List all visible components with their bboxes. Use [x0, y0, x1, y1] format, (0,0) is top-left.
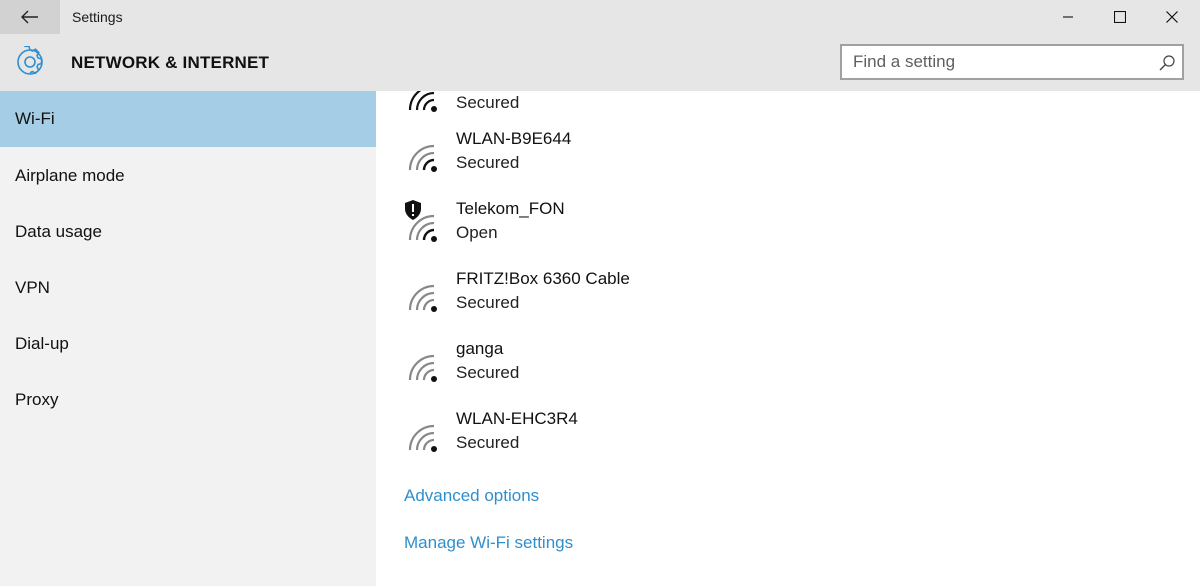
maximize-button[interactable] [1094, 0, 1146, 34]
network-item[interactable]: ganga Secured [376, 339, 876, 399]
settings-header: NETWORK & INTERNET [0, 34, 1200, 91]
search-input[interactable] [842, 46, 1153, 78]
minimize-icon [1063, 16, 1073, 18]
network-status: Secured [456, 153, 520, 172]
wifi-signal-icon [408, 354, 437, 382]
sidebar-item-dial-up[interactable]: Dial-up [0, 316, 376, 372]
network-name: WLAN-EHC3R4 [456, 409, 578, 428]
network-status: Secured [456, 293, 520, 312]
network-name: ganga [456, 339, 504, 358]
network-name: WLAN-B9E644 [456, 129, 572, 148]
network-item[interactable]: WLAN-B9E644 Secured [376, 129, 876, 189]
wifi-signal-icon [408, 284, 437, 312]
sidebar-item-airplane-mode[interactable]: Airplane mode [0, 148, 376, 204]
close-button[interactable] [1146, 0, 1198, 34]
sidebar-item-proxy[interactable]: Proxy [0, 372, 376, 428]
sidebar-item-wifi[interactable]: Wi-Fi [0, 91, 376, 147]
title-bar: Settings [0, 0, 1200, 34]
gear-icon [17, 46, 43, 75]
window-title: Settings [72, 9, 123, 25]
minimize-button[interactable] [1042, 0, 1094, 34]
network-name: Telekom_FON [456, 199, 565, 218]
wifi-network-list: Secured WLAN-B9E644 Secured Telekom_FON … [376, 91, 1200, 586]
network-item[interactable]: Secured [376, 91, 876, 129]
search-icon[interactable] [1158, 54, 1176, 72]
sidebar-item-vpn[interactable]: VPN [0, 260, 376, 316]
page-title: NETWORK & INTERNET [71, 53, 270, 72]
network-name: FRITZ!Box 6360 Cable [456, 269, 630, 288]
back-arrow-icon [21, 10, 38, 24]
search-box[interactable] [840, 44, 1184, 80]
wifi-signal-icon [408, 214, 437, 242]
network-item[interactable]: WLAN-EHC3R4 Secured [376, 409, 876, 469]
wifi-signal-icon [408, 424, 437, 452]
sidebar-nav: Wi-Fi Airplane mode Data usage VPN Dial-… [0, 91, 376, 586]
wifi-signal-icon [408, 144, 437, 172]
manage-wifi-settings-link[interactable]: Manage Wi-Fi settings [404, 533, 573, 553]
back-button[interactable] [0, 0, 60, 34]
network-status: Secured [456, 433, 520, 452]
network-item[interactable]: FRITZ!Box 6360 Cable Secured [376, 269, 876, 329]
network-status: Secured [456, 363, 520, 382]
advanced-options-link[interactable]: Advanced options [404, 486, 539, 506]
network-status: Open [456, 223, 498, 242]
maximize-icon [1114, 11, 1126, 23]
wifi-signal-icon [408, 91, 437, 112]
sidebar-item-data-usage[interactable]: Data usage [0, 204, 376, 260]
close-icon [1166, 11, 1178, 23]
network-status: Secured [456, 93, 520, 112]
network-item[interactable]: Telekom_FON Open [376, 199, 876, 259]
